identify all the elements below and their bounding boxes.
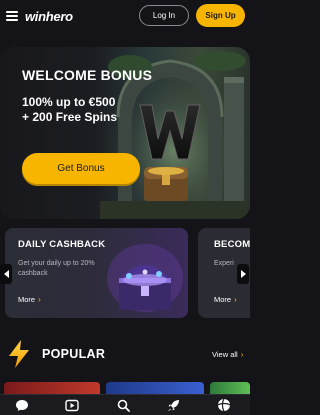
bottom-navigation — [0, 394, 250, 415]
promo-more-link[interactable]: More › — [18, 295, 41, 304]
promo-more-link[interactable]: More › — [214, 295, 237, 304]
chevron-right-icon: › — [240, 350, 244, 359]
top-header: winhero Log In Sign Up — [0, 0, 250, 34]
nav-chat[interactable] — [14, 398, 30, 412]
promo-carousel: DAILY CASHBACK Get your daily up to 20% … — [0, 228, 250, 320]
more-label: More — [214, 295, 232, 304]
nav-promotions[interactable] — [165, 398, 181, 412]
chat-bubble-icon — [16, 399, 28, 411]
arrow-right-icon — [240, 270, 246, 278]
promo-title: DAILY CASHBACK — [18, 239, 106, 250]
carousel-prev-button[interactable] — [0, 264, 12, 284]
game-tile[interactable] — [4, 382, 100, 394]
view-all-link[interactable]: View all › — [212, 350, 243, 359]
rocket-icon — [167, 399, 179, 411]
carousel-next-button[interactable] — [237, 264, 249, 284]
sports-ball-icon — [217, 398, 231, 412]
play-icon — [65, 399, 79, 411]
get-bonus-button[interactable]: Get Bonus — [22, 153, 140, 184]
treasure-chest-illustration — [107, 244, 183, 312]
chevron-right-icon: › — [234, 295, 237, 304]
welcome-bonus-banner: WELCOME BONUS 100% up to €500 + 200 Free… — [0, 47, 250, 219]
chevron-right-icon: › — [38, 295, 41, 304]
login-button[interactable]: Log In — [139, 5, 189, 26]
hero-offer-line2: + 200 Free Spins — [22, 110, 118, 124]
arrow-left-icon — [3, 270, 9, 278]
game-tiles-row — [0, 382, 250, 394]
game-tile[interactable] — [106, 382, 204, 394]
promo-title: BECOM — [214, 239, 250, 250]
view-all-label: View all — [212, 350, 238, 359]
hamburger-menu-icon[interactable] — [6, 11, 18, 21]
game-tile[interactable] — [210, 382, 250, 394]
page: winhero Log In Sign Up WELCOME BONUS 100… — [0, 0, 250, 415]
promo-description: Get your daily up to 20% cashback — [18, 260, 95, 277]
lightning-bolt-icon — [9, 340, 29, 368]
hero-title: WELCOME BONUS — [22, 67, 153, 83]
brand-logo[interactable]: winhero — [25, 9, 73, 24]
logo-text: winhero — [25, 9, 73, 24]
nav-sports[interactable] — [216, 398, 232, 412]
more-label: More — [18, 295, 36, 304]
signup-button[interactable]: Sign Up — [196, 4, 245, 27]
nav-search[interactable] — [115, 398, 131, 412]
section-title-popular: POPULAR — [42, 347, 106, 361]
search-icon — [117, 399, 130, 412]
nav-live-casino[interactable] — [64, 398, 80, 412]
hero-offer-line1: 100% up to €500 — [22, 95, 116, 109]
promo-card-daily-cashback[interactable]: DAILY CASHBACK Get your daily up to 20% … — [5, 228, 188, 318]
